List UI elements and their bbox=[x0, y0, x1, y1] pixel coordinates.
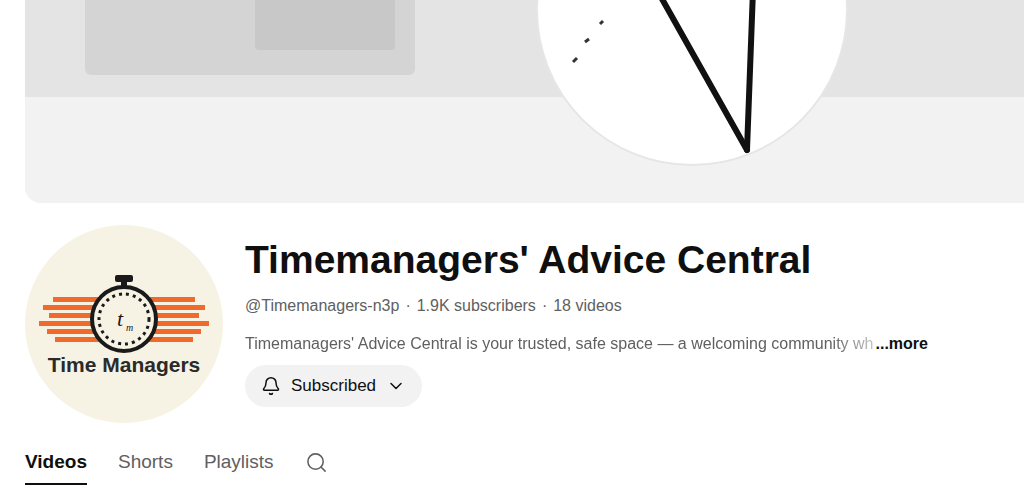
channel-header: tm Time Managers Timemanagers' Advice Cent… bbox=[0, 225, 1024, 423]
meta-separator: · bbox=[542, 295, 547, 317]
subscribe-button[interactable]: Subscribed bbox=[245, 365, 422, 407]
banner-image bbox=[25, 0, 1024, 203]
svg-text:Time Managers: Time Managers bbox=[48, 353, 201, 376]
tab[interactable]: Shorts bbox=[118, 440, 173, 485]
tab[interactable]: Videos bbox=[25, 440, 87, 485]
channel-title: Timemanagers' Advice Central bbox=[245, 237, 928, 283]
description-text: Timemanagers' Advice Central is your tru… bbox=[245, 333, 874, 355]
channel-description[interactable]: Timemanagers' Advice Central is your tru… bbox=[245, 333, 928, 355]
chevron-down-icon bbox=[386, 376, 406, 396]
meta-item[interactable]: @Timemanagers-n3p bbox=[245, 295, 399, 317]
channel-page: tm Time Managers Timemanagers' Advice Cent… bbox=[0, 0, 1024, 485]
channel-avatar[interactable]: tm Time Managers bbox=[25, 225, 223, 423]
svg-text:t: t bbox=[117, 306, 124, 331]
banner-frame bbox=[25, 0, 1024, 203]
channel-logo: tm Time Managers bbox=[25, 225, 223, 423]
banner bbox=[0, 0, 1024, 203]
search-button[interactable] bbox=[305, 440, 328, 485]
channel-info: Timemanagers' Advice Central @Timemanager… bbox=[245, 225, 928, 423]
meta-item: 1.9K subscribers bbox=[417, 295, 536, 317]
tab[interactable]: Playlists bbox=[204, 440, 274, 485]
search-icon bbox=[305, 451, 328, 474]
more-link[interactable]: ...more bbox=[876, 333, 928, 355]
tab-bar: Videos Shorts Playlists bbox=[0, 440, 1024, 485]
channel-meta: @Timemanagers-n3p · 1.9K subscribers · 18 vi… bbox=[245, 295, 928, 317]
bell-icon bbox=[261, 376, 281, 396]
svg-text:m: m bbox=[126, 322, 133, 333]
meta-item: 18 videos bbox=[553, 295, 622, 317]
meta-separator: · bbox=[405, 295, 410, 317]
subscribe-label: Subscribed bbox=[291, 376, 376, 396]
